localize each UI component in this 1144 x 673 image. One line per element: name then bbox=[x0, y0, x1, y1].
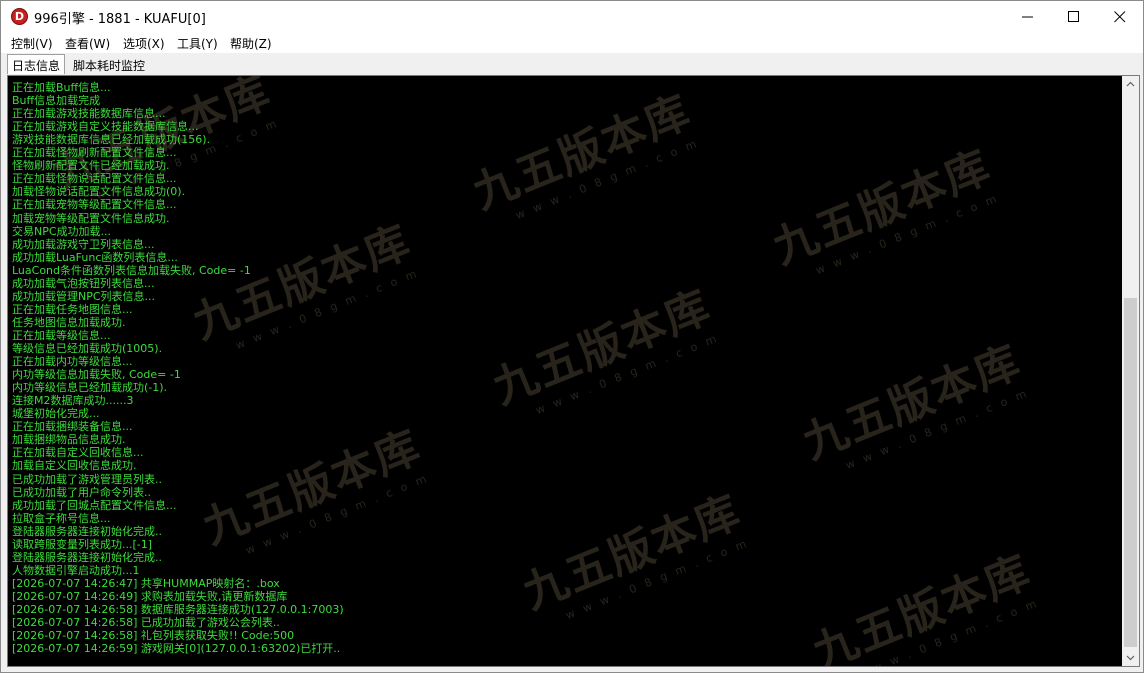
log-line: LuaCond条件函数列表信息加载失败, Code= -1 bbox=[12, 263, 251, 277]
window-title: 996引擎 - 1881 - KUAFU[0] bbox=[34, 12, 206, 27]
scroll-up-button[interactable] bbox=[1122, 76, 1139, 93]
log-panel: 九五版本库 w w w . 0 8 g m . c o m 九五版本库 w w w … bbox=[7, 75, 1140, 667]
log-line: 游戏技能数据库信息已经加载成功(156). bbox=[12, 133, 211, 147]
log-line: 交易NPC成功加载... bbox=[12, 224, 112, 238]
maximize-button[interactable] bbox=[1051, 1, 1097, 32]
menu-help[interactable]: 帮助(Z) bbox=[230, 35, 272, 52]
tab-log-info[interactable]: 日志信息 bbox=[7, 54, 66, 74]
tab-strip: 日志信息 脚本耗时监控 bbox=[1, 53, 1143, 75]
watermark: 九五版本库 w w w . 0 8 g m . c o m bbox=[766, 140, 1001, 278]
log-line: [2026-07-07 14:26:59] 游戏网关[0](127.0.0.1:… bbox=[12, 642, 341, 656]
log-line: 登陆器服务器连接初始化完成.. bbox=[12, 524, 162, 538]
watermark: 九五版本库 w w w . 0 8 g m . c o m bbox=[516, 485, 751, 623]
minimize-icon bbox=[1022, 16, 1033, 18]
log-line: 怪物刷新配置文件已经加载成功. bbox=[12, 159, 170, 173]
log-line: 加载宠物等级配置文件信息成功. bbox=[12, 211, 170, 225]
log-line: 任务地图信息加载成功. bbox=[12, 315, 126, 329]
log-line: [2026-07-07 14:26:58] 数据库服务器连接成功(127.0.0… bbox=[12, 603, 344, 616]
close-button[interactable] bbox=[1097, 1, 1143, 32]
log-line: 内功等级信息已经加载成功(-1). bbox=[12, 381, 168, 395]
watermark: 九五版本库 w w w . 0 8 g m . c o m bbox=[486, 280, 721, 418]
vertical-scrollbar[interactable] bbox=[1122, 76, 1139, 666]
scrollbar-thumb[interactable] bbox=[1124, 298, 1137, 647]
log-line: Buff信息加载完成 bbox=[12, 94, 101, 108]
log-line: 正在加载捆绑装备信息... bbox=[12, 420, 133, 434]
tab-script-timing[interactable]: 脚本耗时监控 bbox=[69, 55, 149, 74]
log-line: [2026-07-07 14:26:49] 求购表加载失败,请更新数据库 bbox=[12, 589, 288, 603]
log-line: 加载自定义回收信息成功. bbox=[12, 459, 137, 473]
log-line: 城堡初始化完成... bbox=[12, 407, 100, 421]
watermark: 九五版本库 w w w . 0 8 g m . c o m bbox=[796, 335, 1031, 473]
log-line: 正在加载游戏自定义技能数据库信息... bbox=[12, 120, 199, 134]
log-line: 成功加载气泡按钮列表信息... bbox=[12, 276, 155, 290]
log-line: 正在加载怪物说话配置文件信息... bbox=[12, 172, 177, 186]
chevron-down-icon bbox=[1126, 655, 1135, 661]
scroll-down-button[interactable] bbox=[1122, 649, 1139, 666]
log-line: 成功加载游戏守卫列表信息... bbox=[12, 237, 155, 251]
watermark: 九五版本库 w w w . 0 8 g m . c o m bbox=[466, 85, 701, 223]
title-bar[interactable]: D 996引擎 - 1881 - KUAFU[0] bbox=[1, 1, 1143, 32]
log-line: 成功加载了回城点配置文件信息... bbox=[12, 498, 177, 512]
chevron-up-icon bbox=[1126, 81, 1135, 87]
log-line: 拉取盒子称号信息... bbox=[12, 511, 111, 525]
app-window: D 996引擎 - 1881 - KUAFU[0] 控制(V) 查看(W) 选项… bbox=[0, 0, 1144, 673]
minimize-button[interactable] bbox=[1005, 1, 1051, 32]
log-line: 人物数据引擎启动成功...1 bbox=[12, 563, 140, 577]
log-line: 加载捆绑物品信息成功. bbox=[12, 433, 126, 447]
app-logo-icon: D bbox=[11, 8, 28, 25]
watermark: 九五版本库 w w w . 0 8 g m . c o m bbox=[806, 545, 1041, 666]
log-console[interactable]: 九五版本库 w w w . 0 8 g m . c o m 九五版本库 w w w … bbox=[8, 76, 1121, 666]
menu-tools[interactable]: 工具(Y) bbox=[177, 35, 218, 52]
log-line: 正在加载等级信息... bbox=[12, 328, 111, 342]
close-icon bbox=[1114, 11, 1126, 23]
watermark: 九五版本库 w w w . 0 8 g m . c o m bbox=[186, 215, 421, 353]
log-line: [2026-07-07 14:26:47] 共享HUMMAP映射名：.box bbox=[12, 576, 280, 590]
log-line: 登陆器服务器连接初始化完成.. bbox=[12, 550, 162, 564]
log-line: 正在加载内功等级信息... bbox=[12, 355, 133, 369]
log-line: 已成功加载了游戏管理员列表.. bbox=[12, 472, 162, 486]
log-line: 正在加载游戏技能数据库信息... bbox=[12, 107, 166, 121]
maximize-icon bbox=[1068, 11, 1079, 22]
log-line: 成功加载LuaFunc函数列表信息... bbox=[12, 250, 178, 264]
log-line: [2026-07-07 14:26:58] 礼包列表获取失败!! Code:50… bbox=[12, 629, 295, 643]
log-line: 正在加载自定义回收信息... bbox=[12, 446, 144, 460]
log-line: 成功加载管理NPC列表信息... bbox=[12, 289, 156, 303]
log-line: 正在加载任务地图信息... bbox=[12, 302, 133, 316]
watermark: 九五版本库 w w w . 0 8 g m . c o m bbox=[196, 420, 431, 558]
menu-control[interactable]: 控制(V) bbox=[11, 35, 53, 52]
log-line: 等级信息已经加载成功(1005). bbox=[12, 342, 163, 355]
log-line: 正在加载Buff信息... bbox=[12, 81, 111, 94]
log-line: 连接M2数据库成功......3 bbox=[12, 394, 134, 408]
menu-view[interactable]: 查看(W) bbox=[65, 35, 110, 52]
log-line: 正在加载怪物刷新配置文件信息... bbox=[12, 146, 177, 160]
log-line: 加载怪物说话配置文件信息成功(0). bbox=[12, 185, 186, 199]
log-line: 内功等级信息加载失败, Code= -1 bbox=[12, 368, 181, 382]
log-line: 正在加载宠物等级配置文件信息... bbox=[12, 198, 177, 212]
log-line: 读取跨服变量列表成功...[-1] bbox=[12, 537, 153, 551]
menu-bar: 控制(V) 查看(W) 选项(X) 工具(Y) 帮助(Z) bbox=[1, 32, 1143, 53]
log-line: [2026-07-07 14:26:58] 已成功加载了游戏公会列表.. bbox=[12, 616, 280, 630]
log-line: 已成功加载了用户命令列表.. bbox=[12, 485, 151, 499]
menu-options[interactable]: 选项(X) bbox=[123, 35, 165, 52]
